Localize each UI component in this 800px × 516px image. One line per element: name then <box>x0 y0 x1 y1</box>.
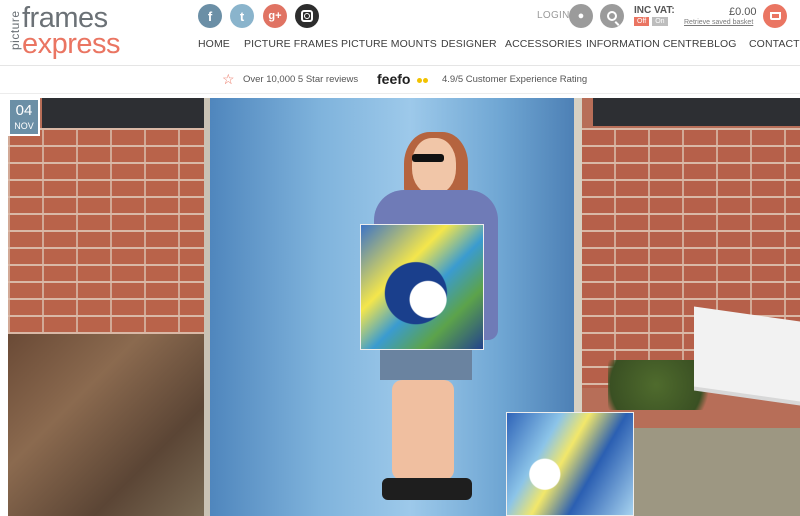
white-table <box>694 306 800 402</box>
roof-right <box>593 98 800 126</box>
instagram-icon[interactable] <box>295 4 319 28</box>
painting-ground <box>506 412 634 516</box>
facebook-icon[interactable]: f <box>198 4 222 28</box>
magnifier-glyph <box>607 11 617 21</box>
nav-blog[interactable]: BLOG <box>707 38 737 50</box>
site-header: picture frames express f t g+ LOGIN ● IN… <box>0 0 800 66</box>
post-day: 04 <box>15 102 33 119</box>
nav-accessories[interactable]: ACCESSORIES <box>505 38 582 50</box>
login-link[interactable]: LOGIN <box>537 10 570 21</box>
nav-contact[interactable]: CONTACT <box>749 38 800 50</box>
twitter-icon[interactable]: t <box>230 4 254 28</box>
blog-hero-image[interactable] <box>8 98 800 516</box>
user-icon[interactable]: ● <box>569 4 593 28</box>
post-month: NOV <box>14 121 34 131</box>
star-icon: ☆ <box>222 71 235 87</box>
logo-express-text: express <box>22 28 121 60</box>
person-sandals <box>382 478 472 500</box>
twitter-glyph: t <box>239 8 245 24</box>
facebook-glyph: f <box>207 8 213 24</box>
vat-off-option[interactable]: Off <box>634 17 650 26</box>
nav-home[interactable]: HOME <box>198 38 230 50</box>
vat-label: INC VAT: <box>634 5 675 16</box>
vat-toggle[interactable]: Off On <box>634 17 668 26</box>
rating-text[interactable]: 4.9/5 Customer Experience Rating <box>442 74 587 85</box>
search-icon[interactable] <box>600 4 624 28</box>
nav-picture-mounts[interactable]: PICTURE MOUNTS <box>341 38 437 50</box>
roof-left <box>42 98 212 132</box>
person-face <box>412 138 456 194</box>
feefo-logo[interactable]: feefo <box>377 71 428 87</box>
nav-information-centre[interactable]: INFORMATION CENTRE <box>586 38 707 50</box>
site-logo[interactable]: picture frames express <box>8 2 138 60</box>
painting-held <box>360 224 484 350</box>
person-legs <box>392 380 454 480</box>
retrieve-basket-link[interactable]: Retrieve saved basket <box>684 19 753 26</box>
rusty-chain-pile <box>8 334 208 516</box>
googleplus-glyph: g+ <box>268 10 282 22</box>
basket-total: £0.00 <box>729 6 757 18</box>
nav-designer[interactable]: DESIGNER <box>441 38 497 50</box>
logo-picture-text: picture <box>8 10 22 50</box>
googleplus-icon[interactable]: g+ <box>263 4 287 28</box>
post-date-badge: 04 NOV <box>8 98 40 136</box>
reviews-bar: ☆ Over 10,000 5 Star reviews feefo 4.9/5… <box>0 66 800 94</box>
camera-glyph <box>301 10 313 22</box>
sunglasses <box>412 154 444 162</box>
nav-picture-frames[interactable]: PICTURE FRAMES <box>244 38 338 50</box>
star-reviews-text[interactable]: Over 10,000 5 Star reviews <box>243 74 358 85</box>
feefo-logo-text: feefo <box>377 71 411 87</box>
vat-on-option[interactable]: On <box>652 17 668 26</box>
feefo-eyes-icon <box>417 70 431 83</box>
cart-glyph <box>769 12 781 20</box>
basket-icon[interactable] <box>763 4 787 28</box>
